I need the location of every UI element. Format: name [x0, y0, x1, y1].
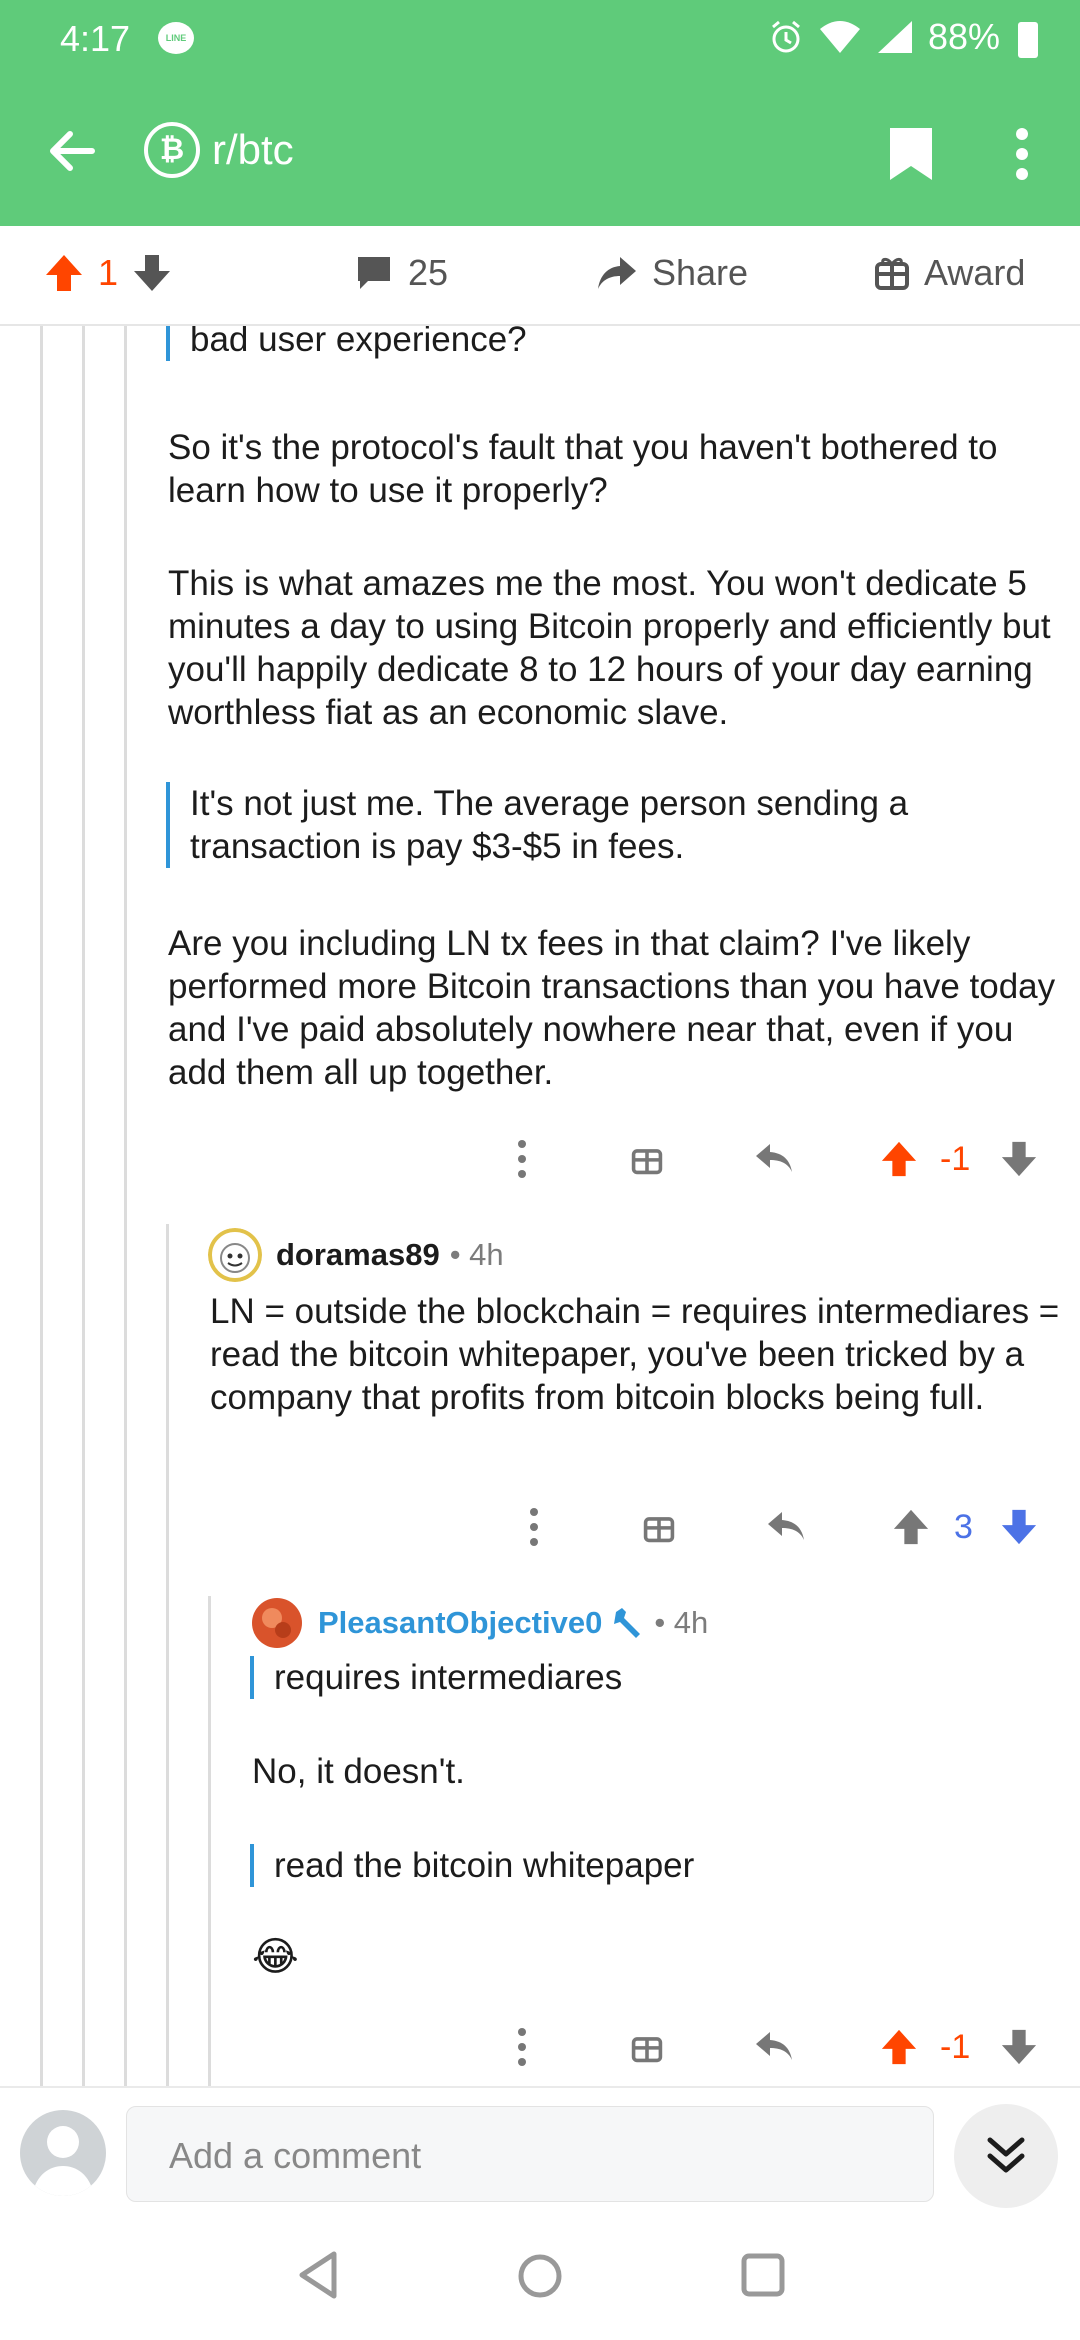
comment-body: LN = outside the blockchain = requires i…	[210, 1292, 1060, 1417]
block-quote: read the bitcoin whitepaper	[250, 1844, 1030, 1887]
nav-recents-icon[interactable]	[740, 2252, 786, 2298]
share-label: Share	[652, 252, 749, 293]
upvote-icon[interactable]	[880, 1140, 918, 1178]
thread-rail[interactable]	[82, 326, 85, 2086]
thread-rail[interactable]	[124, 326, 127, 2086]
comment-paragraph: No, it doesn't.	[252, 1752, 465, 1791]
comment-actions: -1	[0, 1134, 1080, 1184]
downvote-icon[interactable]	[1000, 1508, 1038, 1546]
award-button[interactable]: Award	[874, 252, 1025, 294]
comments-count: 25	[408, 252, 449, 293]
double-chevron-down-icon	[987, 2137, 1025, 2173]
battery-icon	[1018, 22, 1038, 58]
block-quote: requires intermediares	[250, 1656, 1030, 1699]
avatar[interactable]	[208, 1228, 262, 1282]
username[interactable]: doramas89	[276, 1237, 440, 1273]
comment-paragraph: This is what amazes me the most. You won…	[168, 564, 1051, 732]
comment-header: PleasantObjective0 • 4h	[250, 1596, 708, 1650]
upvote-icon[interactable]	[44, 253, 84, 293]
downvote-icon[interactable]	[132, 253, 172, 293]
comment-paragraph: Are you including LN tx fees in that cla…	[168, 924, 1056, 1092]
more-vertical-icon[interactable]	[1010, 126, 1034, 182]
quote-text: read the bitcoin whitepaper	[274, 1846, 695, 1885]
user-silhouette-icon	[32, 2126, 94, 2196]
avatar[interactable]	[250, 1596, 304, 1650]
upvote-icon[interactable]	[892, 1508, 930, 1546]
post-score: 1	[98, 252, 119, 293]
downvote-icon[interactable]	[1000, 2028, 1038, 2066]
comment-icon	[358, 257, 390, 289]
user-avatar[interactable]	[20, 2110, 106, 2196]
wrench-icon	[614, 1608, 641, 1638]
system-nav-bar	[0, 2220, 1080, 2340]
clock: 4:17	[60, 18, 131, 59]
share-button[interactable]: Share	[596, 252, 748, 294]
block-quote: bad user experience?	[166, 326, 1026, 361]
more-options-icon[interactable]	[514, 1138, 530, 1180]
subreddit-title[interactable]: r/btc	[212, 126, 294, 174]
downvote-icon[interactable]	[1000, 1140, 1038, 1178]
thread-rail[interactable]	[166, 1224, 169, 2086]
quote-text: bad user experience?	[190, 326, 527, 359]
comment-age: • 4h	[654, 1605, 709, 1640]
quote-text: requires intermediares	[274, 1658, 623, 1697]
app-bar: ₿ r/btc	[0, 80, 1080, 226]
back-arrow-icon[interactable]	[46, 126, 96, 176]
comment-score: -1	[940, 2028, 971, 2066]
gift-icon[interactable]	[642, 1510, 676, 1544]
reply-icon[interactable]	[754, 1142, 794, 1176]
more-options-icon[interactable]	[526, 1506, 542, 1548]
jump-to-next-button[interactable]	[954, 2104, 1058, 2208]
comment-paragraph: So it's the protocol's fault that you ha…	[168, 428, 998, 510]
reply-icon[interactable]	[754, 2030, 794, 2064]
block-quote: It's not just me. The average person sen…	[166, 782, 1026, 868]
bitcoin-icon[interactable]: ₿	[144, 122, 200, 178]
comment-score: -1	[940, 1140, 971, 1178]
comment-actions: -1	[0, 2022, 1080, 2072]
laughing-emoji: 😂	[252, 1935, 299, 1979]
share-icon	[598, 257, 636, 289]
upvote-icon[interactable]	[880, 2028, 918, 2066]
bookmark-icon[interactable]	[888, 126, 934, 182]
award-label: Award	[924, 252, 1026, 293]
thread-rail[interactable]	[208, 1596, 211, 2086]
battery-percent: 88%	[927, 16, 1000, 57]
more-options-icon[interactable]	[514, 2026, 530, 2068]
wifi-icon	[819, 21, 860, 53]
quote-text: It's not just me. The average person sen…	[190, 784, 909, 866]
nav-back-icon[interactable]	[296, 2250, 340, 2300]
line-app-icon: LINE	[158, 22, 194, 54]
gift-icon[interactable]	[630, 1142, 664, 1176]
status-bar: 4:17 LINE 88%	[0, 0, 1080, 80]
comment-score: 3	[954, 1508, 973, 1546]
alarm-icon	[771, 20, 800, 53]
gift-icon[interactable]	[630, 2030, 664, 2064]
signal-icon	[877, 21, 912, 53]
post-vote-group: 1	[44, 252, 172, 294]
username[interactable]: PleasantObjective0	[318, 1605, 602, 1641]
add-comment-input[interactable]: Add a comment	[126, 2106, 934, 2202]
comment-age: • 4h	[449, 1237, 504, 1272]
comment-header: doramas89 • 4h	[208, 1228, 504, 1282]
comment-actions: 3	[0, 1502, 1080, 1552]
comments-count-button[interactable]: 25	[354, 252, 448, 294]
thread-rail[interactable]	[40, 326, 43, 2086]
gift-icon	[875, 257, 909, 290]
system-icons: 88%	[768, 16, 1000, 58]
nav-home-icon[interactable]	[516, 2252, 564, 2300]
comment-thread: bad user experience? So it's the protoco…	[0, 326, 1080, 2086]
reply-icon[interactable]	[766, 1510, 806, 1544]
comment-composer: Add a comment	[0, 2086, 1080, 2220]
post-action-bar: 1 25 Share Award	[0, 226, 1080, 326]
